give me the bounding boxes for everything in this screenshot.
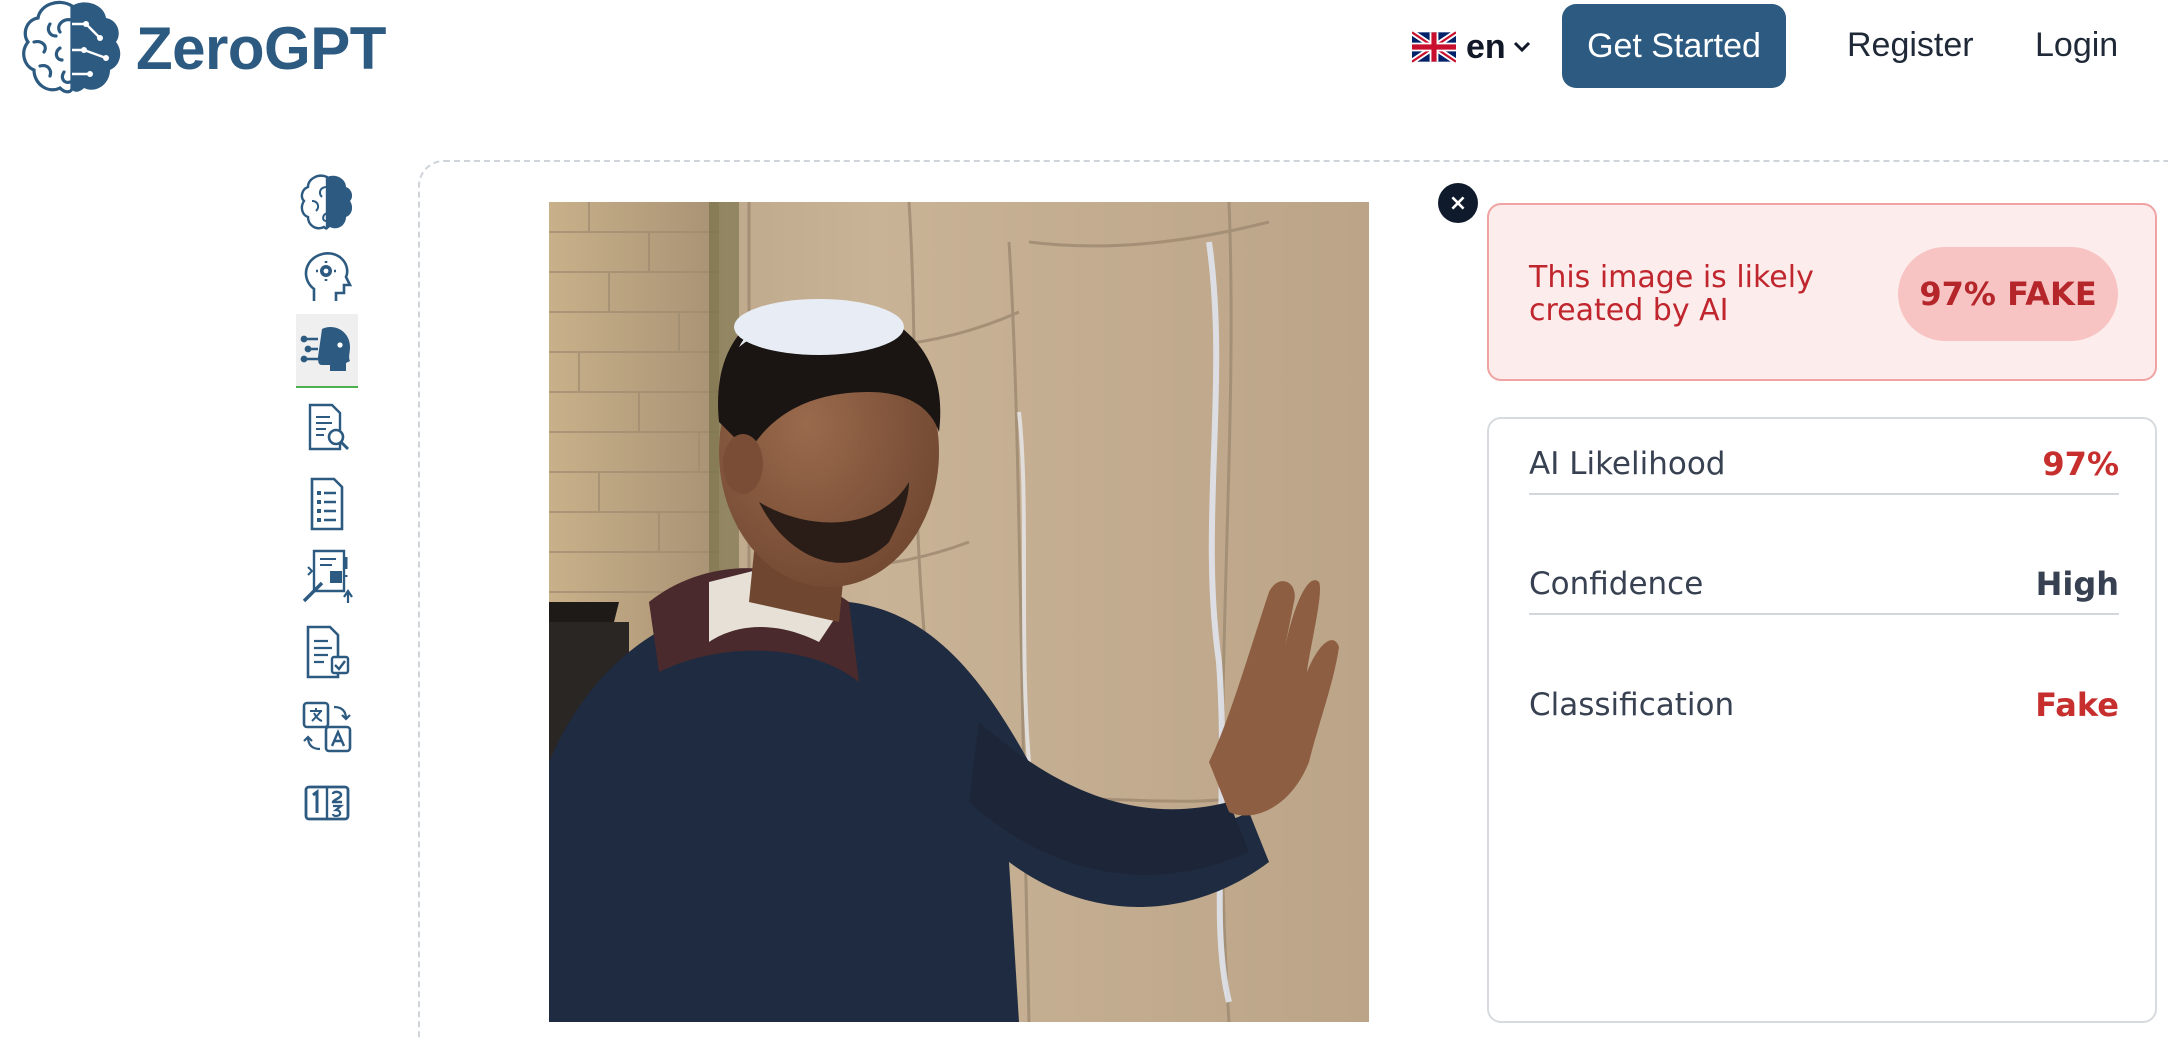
stat-row-confidence: Confidence High — [1529, 555, 2119, 615]
document-tools-icon — [302, 549, 353, 603]
sidebar-item-ai-image-detector[interactable] — [296, 314, 358, 388]
brain-icon — [300, 174, 353, 230]
analyzed-photo — [549, 202, 1369, 1022]
sidebar-item-word-counter[interactable] — [296, 768, 358, 836]
language-selector[interactable]: en — [1412, 27, 1532, 67]
ai-face-detector-icon — [300, 327, 350, 371]
register-link[interactable]: Register — [1847, 26, 1974, 65]
logo-text: ZeroGPT — [136, 14, 386, 82]
chevron-down-icon — [1513, 41, 1530, 53]
brain-logo-icon — [22, 0, 121, 94]
stat-value: Fake — [2035, 686, 2119, 724]
ai-head-icon — [304, 252, 353, 301]
sidebar-item-document-search[interactable] — [296, 394, 358, 462]
stat-value: High — [2035, 565, 2119, 603]
uk-flag-icon — [1412, 31, 1456, 63]
language-code: en — [1466, 27, 1506, 66]
sidebar-item-ai-head[interactable] — [296, 244, 358, 312]
sidebar-item-document-check[interactable] — [296, 618, 358, 686]
word-counter-icon — [304, 785, 350, 821]
login-link[interactable]: Login — [2035, 26, 2118, 65]
verdict-badge: 97% FAKE — [1898, 247, 2118, 341]
sidebar-item-ai-detector[interactable] — [296, 168, 358, 236]
stat-label: Confidence — [1529, 566, 1704, 602]
verdict-banner: This image is likely created by AI 97% F… — [1487, 203, 2157, 381]
sidebar-item-translate[interactable] — [296, 694, 358, 762]
sidebar-item-document-tools[interactable] — [296, 542, 358, 610]
uploaded-image-preview — [549, 202, 1369, 1022]
document-check-icon — [306, 625, 350, 679]
sidebar-item-document-list[interactable] — [296, 470, 358, 538]
stat-row-classification: Classification Fake — [1529, 675, 2119, 735]
logo[interactable]: ZeroGPT — [20, 0, 386, 96]
stat-value: 97% — [2042, 445, 2119, 483]
document-list-icon — [310, 477, 344, 531]
translate-icon — [302, 701, 352, 753]
stats-panel: AI Likelihood 97% Confidence High Classi… — [1487, 417, 2157, 1023]
remove-image-button[interactable]: × — [1438, 183, 1478, 223]
document-search-icon — [308, 403, 350, 451]
verdict-text: This image is likely created by AI — [1529, 260, 1814, 328]
stat-label: AI Likelihood — [1529, 446, 1726, 482]
stat-row-ai-likelihood: AI Likelihood 97% — [1529, 435, 2119, 495]
stat-label: Classification — [1529, 687, 1735, 723]
get-started-button[interactable]: Get Started — [1562, 4, 1786, 88]
